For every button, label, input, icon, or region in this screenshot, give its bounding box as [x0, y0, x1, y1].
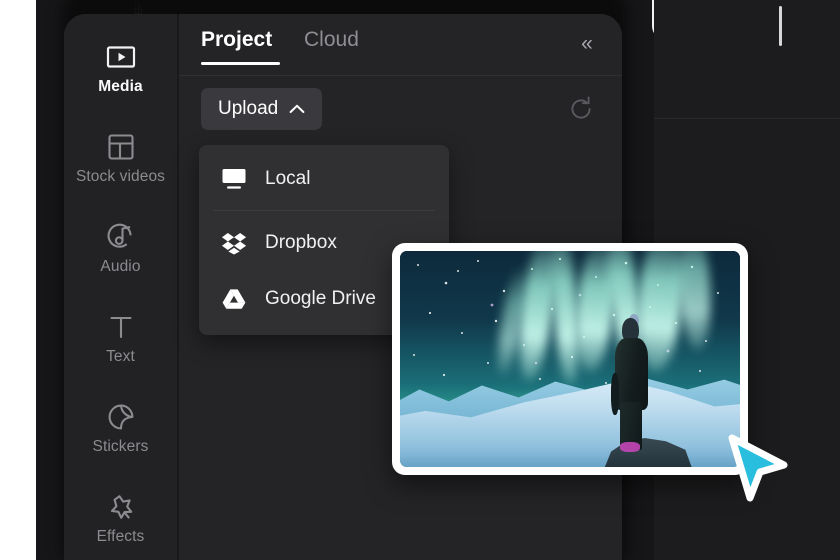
menu-item-local[interactable]: Local — [199, 151, 449, 207]
menu-item-label: Google Drive — [265, 288, 376, 309]
menu-item-label: Dropbox — [265, 232, 337, 253]
sidebar-item-label: Effects — [96, 528, 145, 545]
sidebar-item-label: Stickers — [92, 438, 149, 455]
person-silhouette — [604, 313, 658, 452]
sidebar-item-text[interactable]: Text — [64, 310, 177, 365]
magic-star-icon — [64, 490, 177, 524]
text-t-icon — [64, 310, 177, 344]
chevron-up-icon — [289, 98, 305, 120]
background-right-panel-rule — [654, 118, 840, 119]
screenshot-stage: Media Stock videos Audio Text Stickers E… — [0, 0, 840, 560]
tabs-bottom-rule — [179, 75, 622, 76]
sidebar-item-stock-videos[interactable]: Stock videos — [64, 130, 177, 185]
timeline-playhead[interactable] — [779, 6, 782, 46]
monitor-icon — [221, 166, 247, 192]
sidebar-item-effects[interactable]: Effects — [64, 490, 177, 545]
menu-item-label: Local — [265, 168, 311, 189]
sidebar: Media Stock videos Audio Text Stickers E… — [64, 14, 179, 560]
layout-grid-icon — [64, 130, 177, 164]
google-drive-icon — [221, 286, 247, 312]
sidebar-item-label: Audio — [100, 258, 141, 275]
sticker-peel-icon — [64, 400, 177, 434]
upload-button[interactable]: Upload — [201, 88, 323, 130]
sidebar-item-label: Stock videos — [75, 168, 166, 185]
page-background-gutter — [0, 0, 36, 560]
sidebar-item-media[interactable]: Media — [64, 40, 177, 95]
tab-project[interactable]: Project — [201, 28, 272, 52]
dragged-media-thumbnail[interactable] — [392, 243, 748, 475]
active-tab-underline — [201, 62, 280, 65]
sidebar-item-label: Text — [106, 348, 135, 365]
dropbox-icon — [221, 230, 247, 256]
tab-cloud[interactable]: Cloud — [304, 28, 359, 52]
sidebar-item-audio[interactable]: Audio — [64, 220, 177, 275]
media-play-rect-icon — [64, 40, 177, 74]
upload-button-label: Upload — [218, 98, 279, 119]
sidebar-item-stickers[interactable]: Stickers — [64, 400, 177, 455]
sidebar-item-label: Media — [98, 78, 143, 95]
panel-tabs: Project Cloud « — [179, 14, 622, 76]
music-note-circle-icon — [64, 220, 177, 254]
refresh-icon[interactable] — [568, 96, 594, 122]
menu-divider — [213, 210, 435, 211]
collapse-panel-icon[interactable]: « — [572, 30, 600, 58]
aurora-image — [400, 251, 740, 467]
